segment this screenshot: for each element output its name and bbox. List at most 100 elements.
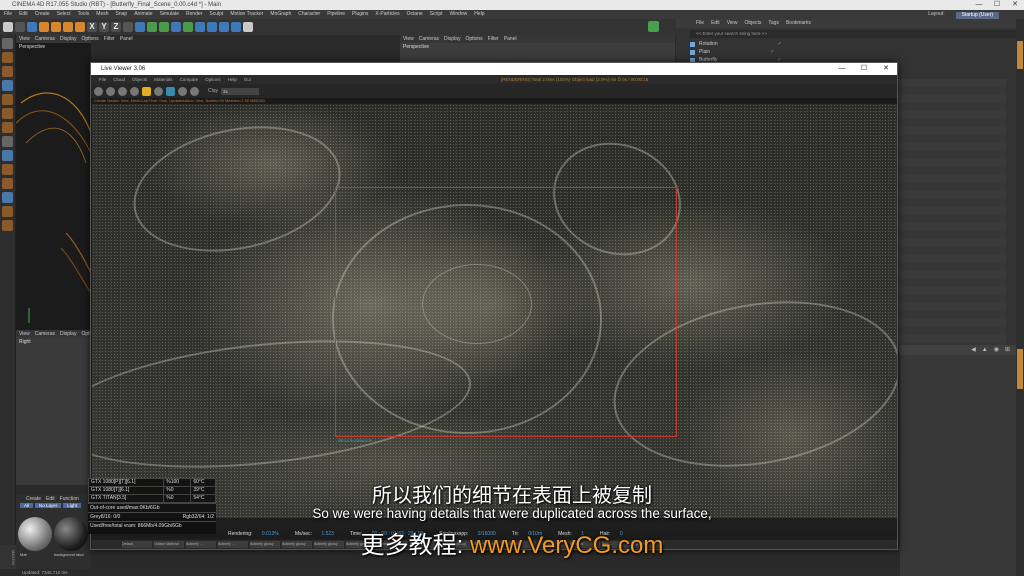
live-selection-icon[interactable]: [27, 22, 37, 32]
object-row[interactable]: Rotation ✓: [676, 40, 1024, 48]
menu-select[interactable]: Select: [57, 10, 71, 19]
maximize-button[interactable]: ☐: [988, 0, 1006, 10]
visibility-check-icon[interactable]: ✓: [778, 40, 782, 48]
axis-mode-icon[interactable]: [2, 136, 13, 147]
rotate-icon[interactable]: [63, 22, 73, 32]
objmgr-menu-tags[interactable]: Tags: [768, 19, 779, 28]
viewport-menu-display[interactable]: Display: [60, 330, 76, 338]
object-row[interactable]: Plain ✓: [676, 48, 1024, 56]
menu-animate[interactable]: Animate: [134, 10, 152, 19]
menu-mograph[interactable]: MoGraph: [270, 10, 291, 19]
restart-render-icon[interactable]: [106, 86, 115, 96]
menu-simulate[interactable]: Simulate: [160, 10, 179, 19]
octane-live-icon[interactable]: [648, 21, 659, 32]
viewport-menu-display[interactable]: Display: [444, 35, 460, 43]
deformer-icon[interactable]: [207, 22, 217, 32]
magnet-icon[interactable]: [2, 178, 13, 189]
planar-workplane-icon[interactable]: [2, 206, 13, 217]
z-axis-button[interactable]: Z: [111, 22, 121, 32]
coordinate-system-icon[interactable]: [123, 22, 133, 32]
viewport-menu-view[interactable]: View: [403, 35, 414, 43]
lv-maximize-button[interactable]: ☐: [853, 63, 875, 75]
objmgr-menu-objects[interactable]: Objects: [744, 19, 761, 28]
locked-workplane-icon[interactable]: [2, 192, 13, 203]
visibility-check-icon[interactable]: ✓: [770, 48, 774, 56]
scene-icon[interactable]: [219, 22, 229, 32]
light-icon[interactable]: [243, 22, 253, 32]
menu-create[interactable]: Create: [35, 10, 50, 19]
pin-icon[interactable]: [190, 86, 199, 96]
top-viewport[interactable]: View Cameras Display Options Filter Pane…: [400, 35, 675, 65]
menu-help[interactable]: Help: [474, 10, 484, 19]
focus-pick-icon[interactable]: [178, 86, 187, 96]
lv-menu-options[interactable]: Options: [205, 75, 221, 84]
objmgr-menu-bookmarks[interactable]: Bookmarks: [786, 19, 811, 28]
points-mode-icon[interactable]: [2, 94, 13, 105]
render-settings-icon[interactable]: [159, 22, 169, 32]
y-axis-button[interactable]: Y: [99, 22, 109, 32]
object-search-input[interactable]: << Enter your search string here >>: [690, 30, 1020, 38]
right-viewport[interactable]: View Cameras Display Optio Right: [16, 330, 93, 485]
attributes-tab[interactable]: [1017, 349, 1023, 389]
layout-dropdown[interactable]: Startup (User): [955, 11, 999, 19]
pick-material-icon[interactable]: [154, 86, 163, 96]
menu-motion-tracker[interactable]: Motion Tracker: [230, 10, 263, 19]
viewport-menu-filter[interactable]: Filter: [488, 35, 499, 43]
pause-icon[interactable]: [118, 86, 127, 96]
make-editable-icon[interactable]: [2, 38, 13, 49]
viewport-menu-view[interactable]: View: [19, 35, 30, 43]
lock-icon[interactable]: ◉: [994, 345, 999, 355]
objmgr-menu-view[interactable]: View: [727, 19, 738, 28]
perspective-viewport[interactable]: View Cameras Display Options Filter Pane…: [16, 35, 133, 335]
objects-tab[interactable]: [1017, 41, 1023, 69]
snap-icon[interactable]: [2, 164, 13, 175]
viewport-menu-options[interactable]: Options: [81, 35, 98, 43]
menu-window[interactable]: Window: [450, 10, 468, 19]
lv-menu-gui[interactable]: Gui: [244, 75, 251, 84]
lock-icon[interactable]: [142, 86, 151, 96]
minimize-button[interactable]: —: [970, 0, 988, 10]
lv-minimize-button[interactable]: —: [831, 63, 853, 75]
menu-script[interactable]: Script: [430, 10, 443, 19]
region-render-frame[interactable]: REGION RENDER: [335, 187, 677, 443]
menu-sculpt[interactable]: Sculpt: [209, 10, 223, 19]
x-axis-button[interactable]: X: [87, 22, 97, 32]
lv-menu-file[interactable]: File: [99, 75, 106, 84]
polygons-mode-icon[interactable]: [2, 122, 13, 133]
objmgr-menu-file[interactable]: File: [696, 19, 704, 28]
lv-menu-help[interactable]: Help: [228, 75, 237, 84]
viewport-menu-cameras[interactable]: Cameras: [35, 35, 55, 43]
objmgr-menu-edit[interactable]: Edit: [711, 19, 720, 28]
camera-icon[interactable]: [231, 22, 241, 32]
lv-menu-objects[interactable]: Objects: [132, 75, 147, 84]
up-arrow-icon[interactable]: ▲: [982, 345, 988, 355]
menu-pipeline[interactable]: Pipeline: [327, 10, 345, 19]
lv-menu-materials[interactable]: Materials: [154, 75, 172, 84]
menu-file[interactable]: File: [4, 10, 12, 19]
subdivision-icon[interactable]: [183, 22, 193, 32]
render-view[interactable]: REGION RENDER: [92, 104, 897, 518]
viewport-menu-filter[interactable]: Filter: [104, 35, 115, 43]
cloner-icon[interactable]: [195, 22, 205, 32]
workplane-icon[interactable]: [2, 80, 13, 91]
scale-icon[interactable]: [51, 22, 61, 32]
back-arrow-icon[interactable]: ◀: [971, 345, 976, 355]
texture-mode-icon[interactable]: [2, 66, 13, 77]
redo-icon[interactable]: [15, 22, 25, 32]
render-picture-viewer-icon[interactable]: [147, 22, 157, 32]
viewport-menu-panel[interactable]: Panel: [504, 35, 517, 43]
undo-icon[interactable]: [3, 22, 13, 32]
menu-x-particles[interactable]: X-Particles: [375, 10, 399, 19]
model-mode-icon[interactable]: [2, 52, 13, 63]
lv-menu-compare[interactable]: Compare: [180, 75, 199, 84]
viewport-menu-cameras[interactable]: Cameras: [35, 330, 55, 338]
viewport-menu-panel[interactable]: Panel: [120, 35, 133, 43]
send-scene-icon[interactable]: [94, 86, 103, 96]
solo-icon[interactable]: [2, 220, 13, 231]
tweak-mode-icon[interactable]: [2, 150, 13, 161]
viewport-menu-display[interactable]: Display: [60, 35, 76, 43]
menu-render[interactable]: Render: [186, 10, 202, 19]
move-icon[interactable]: [39, 22, 49, 32]
viewport-menu-view[interactable]: View: [19, 330, 30, 338]
lv-close-button[interactable]: ✕: [875, 63, 897, 75]
